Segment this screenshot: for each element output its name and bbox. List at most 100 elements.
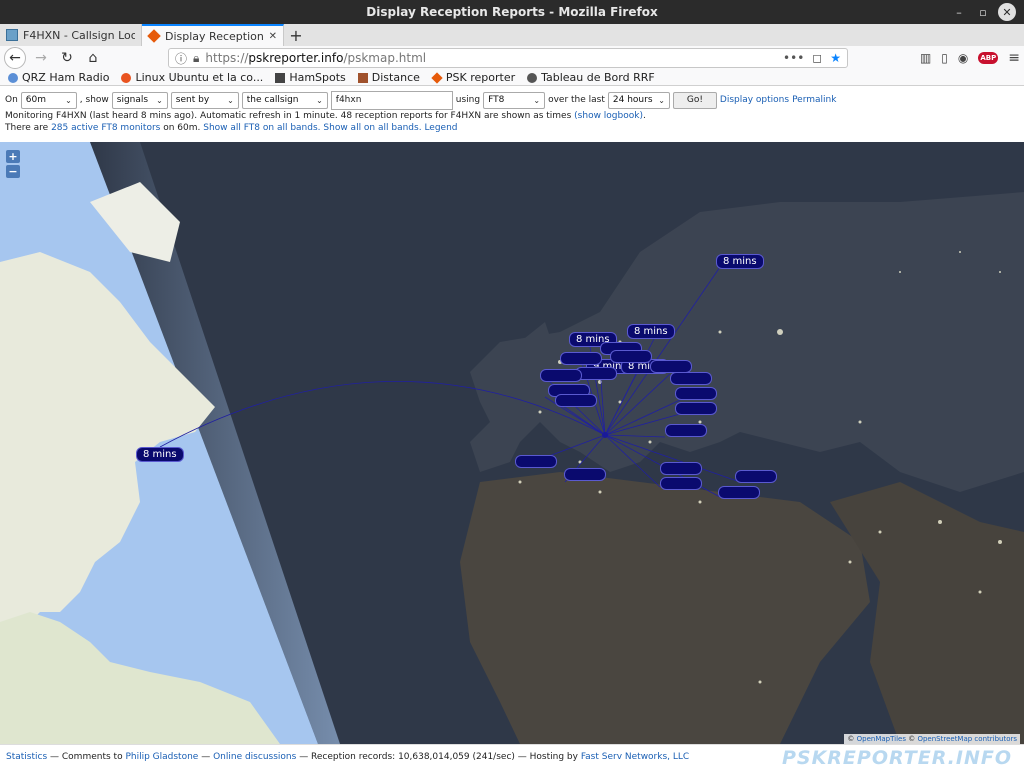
pocket-icon[interactable]: ◻ xyxy=(812,51,822,65)
openstreetmap-link[interactable]: OpenStreetMap contributors xyxy=(917,735,1017,743)
bookmark-distance[interactable]: Distance xyxy=(357,71,420,84)
sidebar-icon[interactable]: ▯ xyxy=(941,51,948,65)
menu-icon[interactable]: ≡ xyxy=(1008,50,1020,66)
hosting-link[interactable]: Fast Serv Networks, LLC xyxy=(581,752,689,762)
online-discussions-link[interactable]: Online discussions xyxy=(213,752,296,762)
statistics-link[interactable]: Statistics xyxy=(6,752,47,762)
bookmark-label: Linux Ubuntu et la co... xyxy=(135,71,264,84)
openmaptiles-link[interactable]: OpenMapTiles xyxy=(857,735,906,743)
reception-time-label[interactable] xyxy=(718,486,760,499)
bookmark-star-icon[interactable]: ★ xyxy=(830,51,841,65)
display-options-link[interactable]: Display options xyxy=(720,95,789,105)
show-all-bands-link[interactable]: Show all on all bands. xyxy=(323,123,421,133)
reception-time-label[interactable] xyxy=(660,462,702,475)
bookmark-label: Tableau de Bord RRF xyxy=(541,71,655,84)
band-value: 60m xyxy=(25,95,47,105)
url-scheme: https:// xyxy=(205,51,249,65)
map-attribution: © OpenMapTiles © OpenStreetMap contribut… xyxy=(844,734,1020,744)
bookmark-pskreporter[interactable]: PSK reporter xyxy=(431,71,516,84)
close-window-button[interactable]: ✕ xyxy=(998,3,1016,21)
library-icon[interactable]: ▥ xyxy=(920,51,931,65)
pskreporter-logo: PSKREPORTER.INFO xyxy=(781,747,1012,768)
reception-time-label[interactable] xyxy=(555,394,597,407)
status-suffix: . xyxy=(642,111,646,121)
on-label: On xyxy=(5,95,18,105)
home-button[interactable]: ⌂ xyxy=(82,47,104,69)
legend-link[interactable]: Legend xyxy=(424,123,457,133)
url-actions: ••• ◻ ★ xyxy=(783,51,841,65)
reception-time-label[interactable] xyxy=(675,402,717,415)
reception-time-label[interactable] xyxy=(515,455,557,468)
band-select[interactable]: 60m ⌄ xyxy=(20,91,77,109)
reload-button[interactable]: ↻ xyxy=(56,47,78,69)
reception-time-label[interactable] xyxy=(540,369,582,382)
map-canvas xyxy=(0,142,1024,744)
reception-time-label[interactable] xyxy=(670,372,712,385)
minimize-button[interactable]: – xyxy=(950,3,968,21)
separator: — xyxy=(201,751,211,762)
chevron-down-icon: ⌄ xyxy=(65,95,72,105)
tab-label: Display Reception Report xyxy=(165,29,264,43)
mode-select[interactable]: FT8 ⌄ xyxy=(483,91,546,109)
reception-time-label[interactable]: 8 mins xyxy=(716,254,764,269)
pskreporter-favicon-icon xyxy=(431,71,443,84)
reception-time-label[interactable]: 8 mins xyxy=(627,324,675,339)
site-info-icon[interactable]: ⓘ xyxy=(175,50,187,67)
show-select[interactable]: signals ⌄ xyxy=(111,91,168,109)
reception-time-label[interactable]: 8 mins xyxy=(136,447,184,462)
zoom-out-button[interactable]: − xyxy=(6,165,20,178)
permalink-link[interactable]: Permalink xyxy=(792,95,836,105)
period-select[interactable]: 24 hours ⌄ xyxy=(607,91,670,109)
transmitter-marker xyxy=(602,432,608,438)
reception-time-label[interactable] xyxy=(675,387,717,400)
maximize-button[interactable]: ▫ xyxy=(974,3,992,21)
tab-label: F4HXN - Callsign Lookup xyxy=(23,28,135,42)
new-tab-button[interactable]: + xyxy=(284,24,308,46)
reception-map[interactable]: 8 mins8 mins8 mins8 mins9 mins8 mins + −… xyxy=(0,142,1024,744)
bookmark-hamspots[interactable]: HamSpots xyxy=(275,71,346,84)
bookmark-rrf[interactable]: Tableau de Bord RRF xyxy=(527,71,655,84)
bookmark-ubuntu[interactable]: Linux Ubuntu et la co... xyxy=(121,71,263,84)
monitoring-status: Monitoring F4HXN (last heard 8 mins ago)… xyxy=(5,110,1019,122)
url-path: /pskmap.html xyxy=(343,51,427,65)
url-bar[interactable]: ⓘ 🔒︎ https://pskreporter.info/pskmap.htm… xyxy=(168,48,848,68)
monitors-band-text: on 60m. xyxy=(163,123,201,133)
ubuntu-icon xyxy=(121,72,132,83)
go-button[interactable]: Go! xyxy=(672,91,717,109)
reception-time-label[interactable] xyxy=(735,470,777,483)
tab-callsign-lookup[interactable]: F4HXN - Callsign Lookup xyxy=(0,24,142,46)
reception-time-label[interactable] xyxy=(660,477,702,490)
show-logbook-link[interactable]: (show logbook) xyxy=(574,111,643,121)
reception-time-label[interactable] xyxy=(610,350,652,363)
over-label: over the last xyxy=(548,95,605,105)
show-label: , show xyxy=(79,95,109,105)
tab-display-reception-reports[interactable]: Display Reception Report ✕ xyxy=(142,24,284,46)
active-monitors-link[interactable]: 285 active FT8 monitors xyxy=(51,123,160,133)
window-titlebar: Display Reception Reports - Mozilla Fire… xyxy=(0,0,1024,24)
reception-time-label[interactable] xyxy=(665,424,707,437)
lock-icon: 🔒︎ xyxy=(193,50,200,65)
reception-time-label[interactable] xyxy=(564,468,606,481)
hamspots-icon xyxy=(275,72,286,83)
account-icon[interactable]: ◉ xyxy=(958,51,968,65)
url-text[interactable]: https://pskreporter.info/pskmap.html xyxy=(205,51,777,65)
author-link[interactable]: Philip Gladstone xyxy=(125,752,198,762)
direction-select[interactable]: sent by ⌄ xyxy=(170,91,239,109)
zoom-in-button[interactable]: + xyxy=(6,150,20,163)
forward-button[interactable]: → xyxy=(30,47,52,69)
show-all-ft8-link[interactable]: Show all FT8 on all bands. xyxy=(203,123,320,133)
target-select[interactable]: the callsign ⌄ xyxy=(241,91,328,109)
page-actions-icon[interactable]: ••• xyxy=(783,51,804,65)
reception-time-label[interactable] xyxy=(560,352,602,365)
bookmark-qrz[interactable]: QRZ Ham Radio xyxy=(8,71,109,84)
adblock-icon[interactable]: ABP xyxy=(978,52,999,64)
chevron-down-icon: ⌄ xyxy=(533,95,541,105)
bookmark-label: PSK reporter xyxy=(445,71,516,84)
tab-strip: F4HXN - Callsign Lookup Display Receptio… xyxy=(0,24,1024,46)
callsign-input[interactable]: f4hxn xyxy=(330,90,453,110)
chevron-down-icon: ⌄ xyxy=(227,95,234,105)
chevron-down-icon: ⌄ xyxy=(316,95,323,105)
back-button[interactable]: ← xyxy=(4,47,26,69)
tab-close-icon[interactable]: ✕ xyxy=(269,31,277,42)
attribution-prefix: © xyxy=(908,735,916,743)
